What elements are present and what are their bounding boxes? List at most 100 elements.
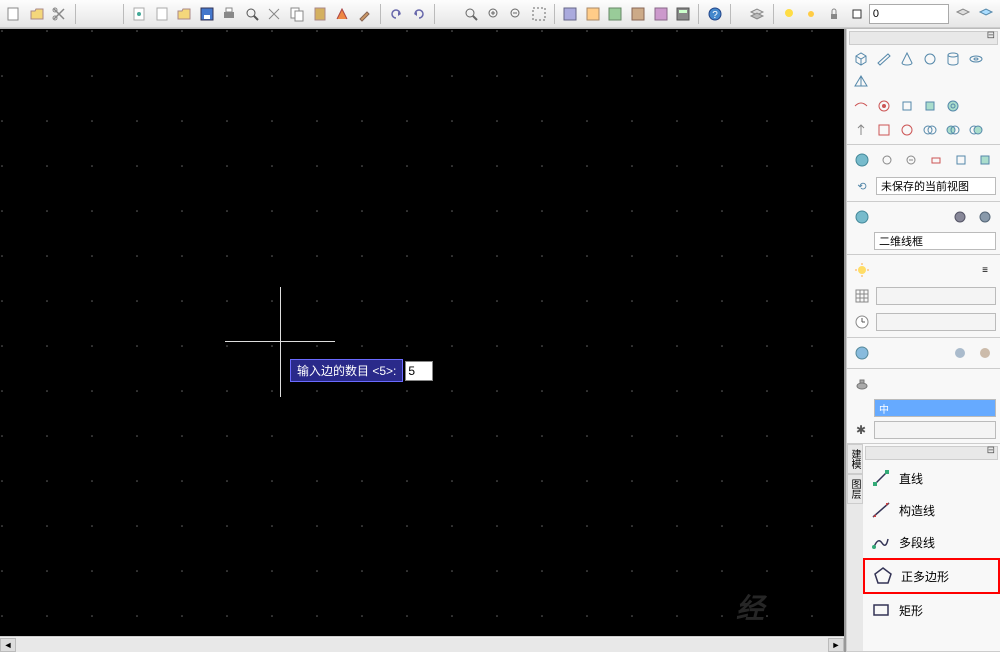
calc-icon[interactable] [673, 3, 694, 25]
op1-icon[interactable] [851, 120, 871, 140]
sphere-icon[interactable] [920, 49, 940, 69]
op5-icon[interactable] [943, 120, 963, 140]
prop-icon[interactable] [560, 3, 581, 25]
zoom-in-icon[interactable] [483, 3, 504, 25]
loft-icon[interactable] [943, 96, 963, 116]
arrow-left-icon[interactable]: ⟲ [851, 175, 873, 197]
visual-style-field[interactable]: 二维线框 [874, 232, 996, 250]
style2-icon[interactable] [974, 206, 996, 228]
zoom-realtime-icon[interactable] [461, 3, 482, 25]
save-icon[interactable] [196, 3, 217, 25]
zoom-window-icon[interactable] [528, 3, 549, 25]
separator [123, 4, 124, 24]
clock-icon[interactable] [851, 311, 873, 333]
tool-line[interactable]: 直线 [863, 462, 1000, 494]
tool-icon[interactable] [605, 3, 626, 25]
color-box-icon[interactable] [846, 3, 867, 25]
view-name-field[interactable]: 未保存的当前视图 [876, 177, 996, 195]
doc2-icon[interactable] [151, 3, 172, 25]
drawing-canvas[interactable]: 输入边的数目 <5>: 经 [0, 29, 844, 652]
doc1-icon[interactable] [129, 3, 150, 25]
copy-icon[interactable] [287, 3, 308, 25]
tool-construction-line[interactable]: 构造线 [863, 494, 1000, 526]
globe-icon[interactable] [851, 206, 873, 228]
scroll-right-icon[interactable]: ► [828, 638, 844, 652]
teapot-icon[interactable] [851, 373, 873, 395]
layer-tool2-icon[interactable] [975, 3, 996, 25]
pyramid-icon[interactable] [851, 72, 871, 92]
block-icon[interactable] [628, 3, 649, 25]
layers-icon[interactable] [747, 3, 768, 25]
tool-rectangle[interactable]: 矩形 [863, 594, 1000, 626]
print-icon[interactable] [219, 3, 240, 25]
watermark: 经 [736, 587, 764, 627]
style1-icon[interactable] [949, 206, 971, 228]
op3-icon[interactable] [897, 120, 917, 140]
render-field[interactable]: 中 [874, 399, 996, 417]
op4-icon[interactable] [920, 120, 940, 140]
command-prompt: 输入边的数目 <5>: [290, 359, 433, 382]
revolve-icon[interactable] [897, 96, 917, 116]
undo-icon[interactable] [386, 3, 407, 25]
scroll-track[interactable] [16, 638, 828, 652]
panel-materials [847, 338, 1000, 369]
preview-icon[interactable] [242, 3, 263, 25]
cylinder-icon[interactable] [943, 49, 963, 69]
mat1-icon[interactable] [949, 342, 971, 364]
match-icon[interactable] [332, 3, 353, 25]
cut-icon[interactable] [264, 3, 285, 25]
folder-icon[interactable] [174, 3, 195, 25]
scroll-left-icon[interactable]: ◄ [0, 638, 16, 652]
panel-header[interactable] [849, 31, 998, 45]
view4-icon[interactable] [950, 149, 972, 171]
sheet-icon[interactable] [582, 3, 603, 25]
view2-icon[interactable] [900, 149, 922, 171]
view5-icon[interactable] [974, 149, 996, 171]
light-menu-icon[interactable]: ≡ [974, 259, 996, 281]
material-icon[interactable] [851, 342, 873, 364]
light-slider2[interactable] [876, 313, 996, 331]
lock-icon[interactable] [824, 3, 845, 25]
brush-icon[interactable] [355, 3, 376, 25]
polysolid-icon[interactable] [851, 96, 871, 116]
world-icon[interactable] [851, 149, 873, 171]
redo-icon[interactable] [409, 3, 430, 25]
op2-icon[interactable] [874, 120, 894, 140]
layer-tool1-icon[interactable] [953, 3, 974, 25]
panel-visual-style: 二维线框 [847, 202, 1000, 255]
horizontal-scrollbar[interactable]: ◄ ► [0, 636, 844, 652]
panel-header[interactable] [865, 446, 998, 460]
open-icon[interactable] [27, 3, 48, 25]
light-slider1[interactable] [876, 287, 996, 305]
extrude-icon[interactable] [874, 96, 894, 116]
tab-layer[interactable]: 图层 [847, 474, 863, 504]
mat2-icon[interactable] [974, 342, 996, 364]
rectangle-icon [871, 600, 891, 620]
op6-icon[interactable] [966, 120, 986, 140]
tab-modeling[interactable]: 建模 [847, 444, 863, 474]
torus-icon[interactable] [966, 49, 986, 69]
cone-icon[interactable] [897, 49, 917, 69]
prompt-input[interactable] [405, 361, 433, 381]
render-field2[interactable] [874, 421, 996, 439]
separator [773, 4, 774, 24]
view3-icon[interactable] [925, 149, 947, 171]
grid-icon[interactable] [851, 285, 873, 307]
scissors-icon[interactable] [49, 3, 70, 25]
layer-dropdown[interactable] [869, 4, 949, 24]
sun-icon[interactable] [851, 259, 873, 281]
view1-icon[interactable] [876, 149, 898, 171]
zoom-out-icon[interactable] [506, 3, 527, 25]
tool-polyline[interactable]: 多段线 [863, 526, 1000, 558]
box-icon[interactable] [851, 49, 871, 69]
sun-icon[interactable] [801, 3, 822, 25]
wedge-icon[interactable] [874, 49, 894, 69]
xref-icon[interactable] [650, 3, 671, 25]
help-icon[interactable]: ? [704, 3, 725, 25]
new-icon[interactable] [4, 3, 25, 25]
sweep-icon[interactable] [920, 96, 940, 116]
paste-icon[interactable] [309, 3, 330, 25]
main-area: 输入边的数目 <5>: 经 ◄ ► [0, 29, 1000, 652]
bulb-icon[interactable] [779, 3, 800, 25]
tool-polygon[interactable]: 正多边形 [863, 558, 1000, 594]
